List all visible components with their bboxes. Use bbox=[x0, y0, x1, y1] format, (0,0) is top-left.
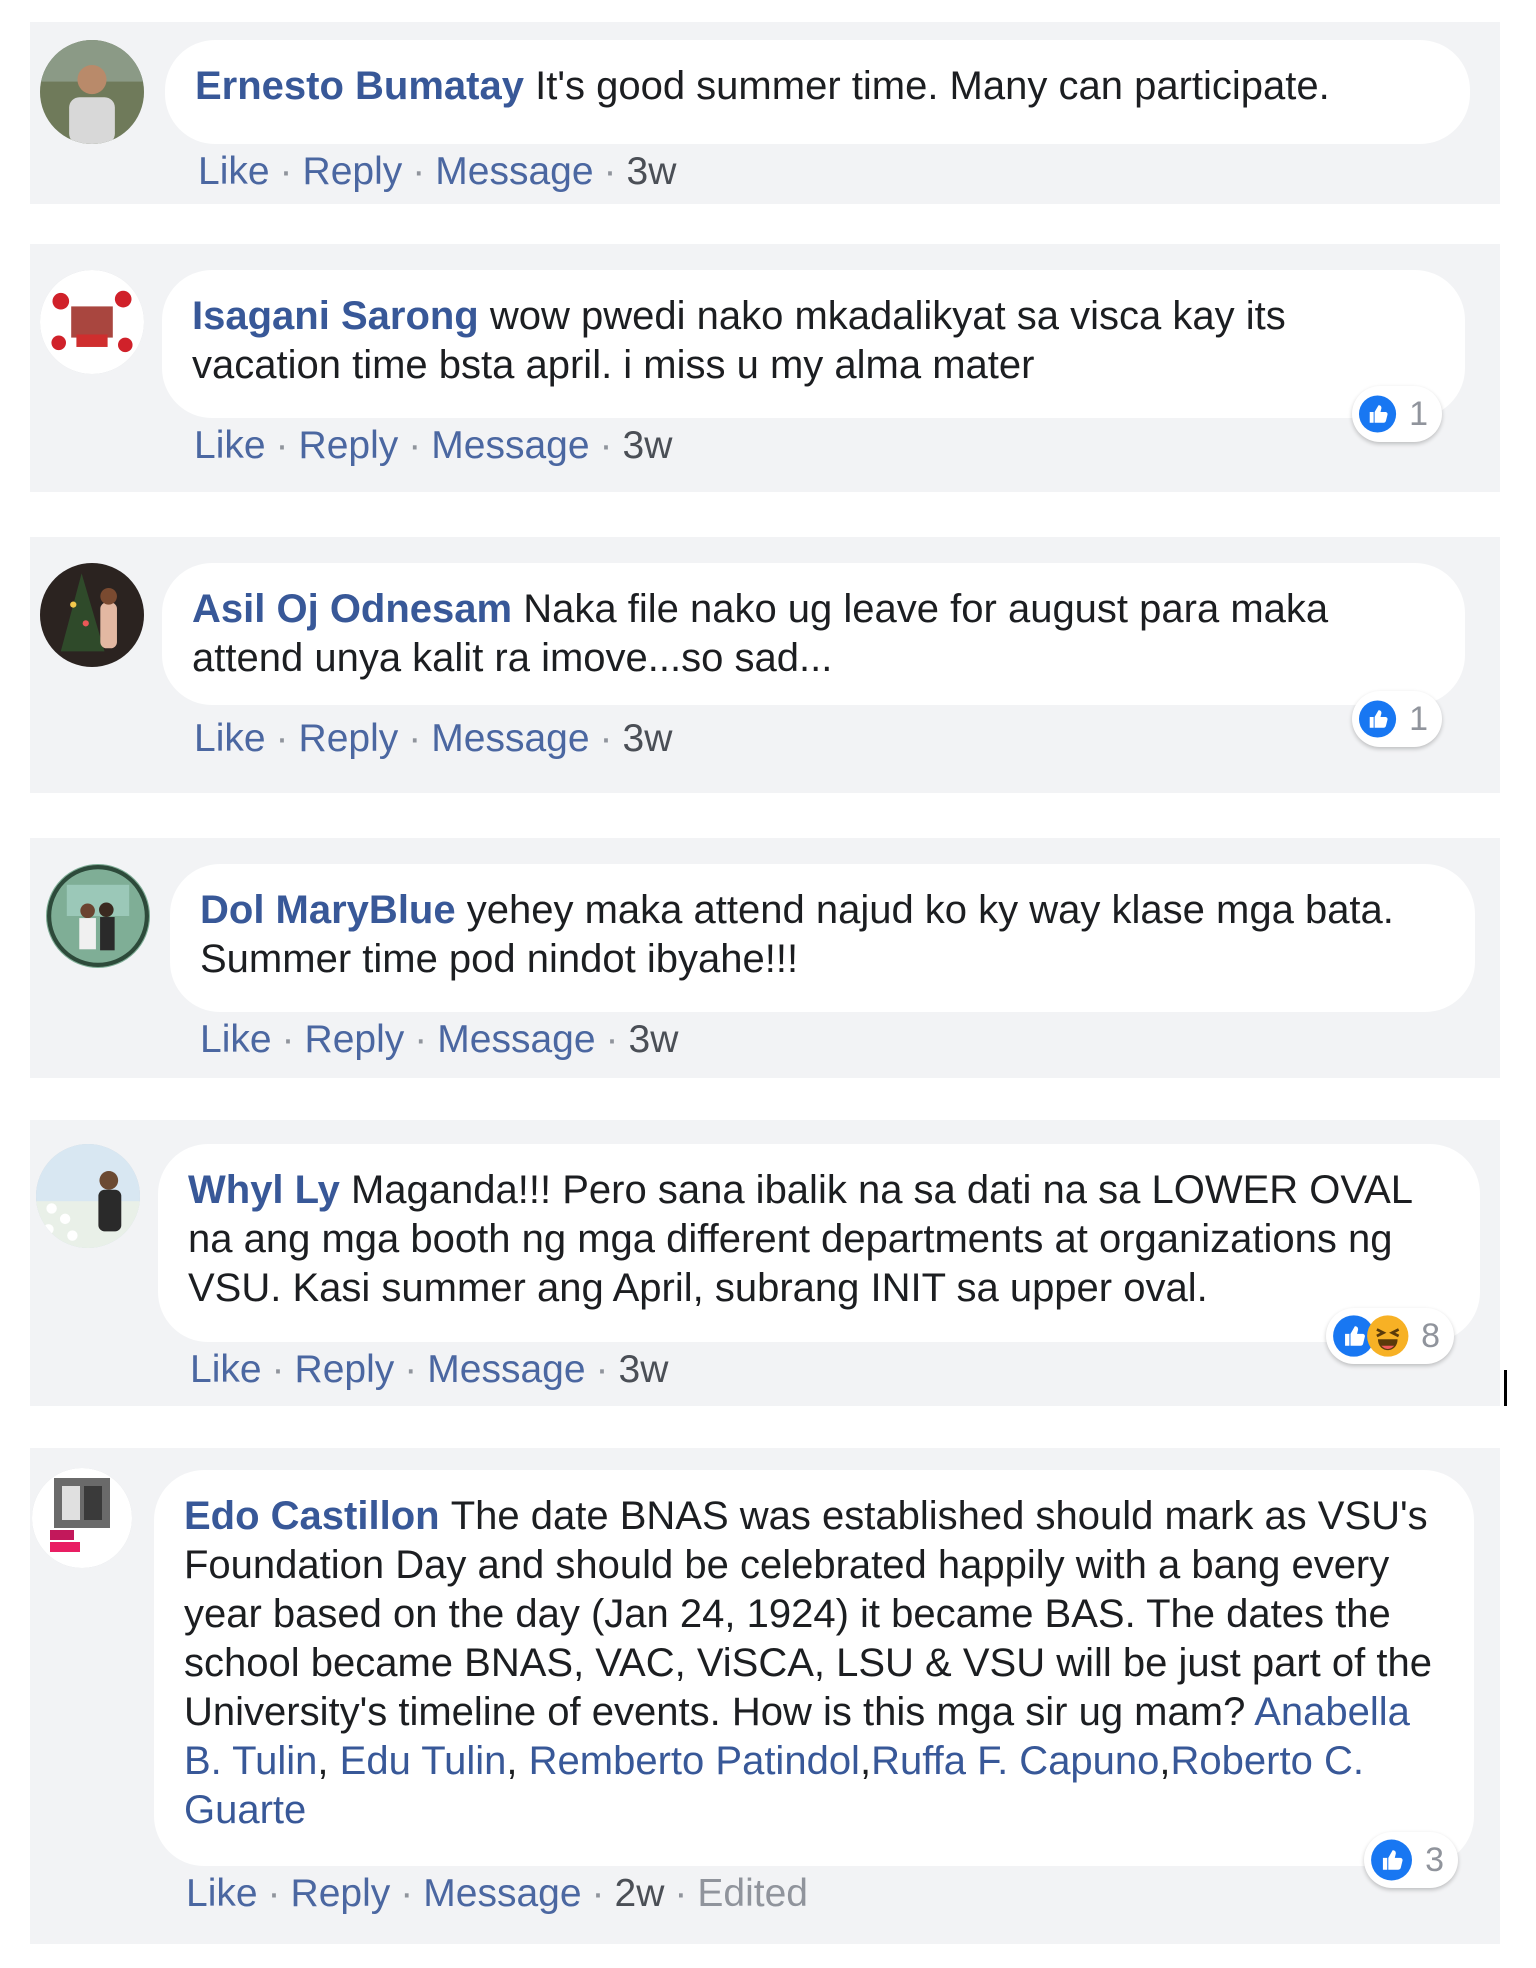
message-link[interactable]: Message bbox=[431, 717, 589, 760]
avatar[interactable] bbox=[40, 270, 144, 374]
comment-author[interactable]: Dol MaryBlue bbox=[200, 888, 467, 932]
like-link[interactable]: Like bbox=[194, 424, 266, 467]
avatar-photo-couple-icon bbox=[46, 864, 150, 968]
reply-link[interactable]: Reply bbox=[305, 1018, 405, 1061]
reaction-count: 3 bbox=[1425, 1840, 1444, 1879]
comment-author[interactable]: Ernesto Bumatay bbox=[195, 64, 535, 108]
mention-link[interactable]: Remberto Patindol bbox=[529, 1739, 860, 1783]
comment-bubble: Edo Castillon The date BNAS was establis… bbox=[154, 1470, 1474, 1866]
comment-timestamp[interactable]: 2w bbox=[615, 1872, 665, 1915]
comment-actions: Like · Reply · Message · 3w bbox=[200, 1018, 679, 1061]
message-link[interactable]: Message bbox=[427, 1348, 585, 1391]
comment-actions: Like · Reply · Message · 2w · Edited bbox=[186, 1872, 808, 1915]
comment-actions: Like · Reply · Message · 3w bbox=[190, 1348, 669, 1391]
reactions-summary[interactable]: 3 bbox=[1364, 1832, 1458, 1888]
comment-author[interactable]: Asil Oj Odnesam bbox=[192, 587, 523, 631]
comment-bubble: Whyl Ly Maganda!!! Pero sana ibalik na s… bbox=[158, 1144, 1480, 1342]
comment-author[interactable]: Edo Castillon bbox=[184, 1494, 451, 1538]
comment-card: Asil Oj Odnesam Naka file nako ug leave … bbox=[30, 537, 1500, 793]
comment-author[interactable]: Whyl Ly bbox=[188, 1168, 351, 1212]
reply-link[interactable]: Reply bbox=[299, 424, 399, 467]
comment-card: Ernesto Bumatay It's good summer time. M… bbox=[30, 22, 1500, 204]
reactions-summary[interactable]: 1 bbox=[1352, 691, 1442, 747]
comment-card: Whyl Ly Maganda!!! Pero sana ibalik na s… bbox=[30, 1120, 1500, 1406]
like-link[interactable]: Like bbox=[186, 1872, 258, 1915]
comment-bubble: Asil Oj Odnesam Naka file nako ug leave … bbox=[162, 563, 1465, 705]
message-link[interactable]: Message bbox=[435, 150, 593, 193]
message-link[interactable]: Message bbox=[431, 424, 589, 467]
comment-actions: Like · Reply · Message · 3w bbox=[194, 424, 673, 467]
comment-card: Isagani Sarong wow pwedi nako mkadalikya… bbox=[30, 244, 1500, 492]
reaction-count: 8 bbox=[1421, 1316, 1440, 1355]
comment-actions: Like · Reply · Message · 3w bbox=[198, 150, 677, 193]
comment-card: Dol MaryBlue yehey maka attend najud ko … bbox=[30, 838, 1500, 1078]
comment-timestamp[interactable]: 3w bbox=[623, 424, 673, 467]
text-cursor bbox=[1504, 1370, 1507, 1406]
reply-link[interactable]: Reply bbox=[303, 150, 403, 193]
comment-text: Maganda!!! Pero sana ibalik na sa dati n… bbox=[188, 1168, 1412, 1310]
comment-bubble: Dol MaryBlue yehey maka attend najud ko … bbox=[170, 864, 1475, 1012]
comment-timestamp[interactable]: 3w bbox=[623, 717, 673, 760]
like-reaction-icon bbox=[1358, 700, 1397, 738]
like-reaction-icon bbox=[1358, 395, 1397, 433]
like-link[interactable]: Like bbox=[198, 150, 270, 193]
reply-link[interactable]: Reply bbox=[299, 717, 399, 760]
reactions-summary[interactable]: 8 bbox=[1326, 1308, 1454, 1364]
comment-card: Edo Castillon The date BNAS was establis… bbox=[30, 1448, 1500, 1944]
haha-reaction-icon bbox=[1366, 1315, 1408, 1357]
comment-bubble: Isagani Sarong wow pwedi nako mkadalikya… bbox=[162, 270, 1465, 418]
reaction-count: 1 bbox=[1409, 394, 1428, 433]
avatar-photo-love-collage-icon bbox=[32, 1468, 132, 1568]
like-link[interactable]: Like bbox=[194, 717, 266, 760]
comment-text: It's good summer time. Many can particip… bbox=[535, 64, 1330, 108]
avatar-photo-christmas-tree-icon bbox=[40, 563, 144, 667]
reply-link[interactable]: Reply bbox=[295, 1348, 395, 1391]
comment-timestamp[interactable]: 3w bbox=[619, 1348, 669, 1391]
avatar[interactable] bbox=[36, 1144, 140, 1248]
message-link[interactable]: Message bbox=[437, 1018, 595, 1061]
reply-link[interactable]: Reply bbox=[291, 1872, 391, 1915]
like-reaction-icon bbox=[1371, 1839, 1413, 1881]
avatar[interactable] bbox=[40, 40, 144, 144]
comment-timestamp[interactable]: 3w bbox=[629, 1018, 679, 1061]
comment-bubble: Ernesto Bumatay It's good summer time. M… bbox=[165, 40, 1470, 144]
comment-timestamp[interactable]: 3w bbox=[627, 150, 677, 193]
avatar[interactable] bbox=[46, 864, 150, 968]
message-link[interactable]: Message bbox=[423, 1872, 581, 1915]
edited-label[interactable]: Edited bbox=[697, 1872, 808, 1915]
avatar[interactable] bbox=[32, 1468, 132, 1568]
avatar-photo-man-icon bbox=[40, 40, 144, 144]
mention-link[interactable]: Edu Tulin bbox=[340, 1739, 507, 1783]
like-link[interactable]: Like bbox=[200, 1018, 272, 1061]
comment-author[interactable]: Isagani Sarong bbox=[192, 294, 490, 338]
like-link[interactable]: Like bbox=[190, 1348, 262, 1391]
reaction-count: 1 bbox=[1409, 699, 1428, 738]
comment-actions: Like · Reply · Message · 3w bbox=[194, 717, 673, 760]
avatar-photo-flowers-icon bbox=[36, 1144, 140, 1248]
avatar[interactable] bbox=[40, 563, 144, 667]
mention-link[interactable]: Ruffa F. Capuno bbox=[871, 1739, 1159, 1783]
avatar-photo-love-hearts-icon bbox=[40, 270, 144, 374]
reactions-summary[interactable]: 1 bbox=[1352, 386, 1442, 442]
